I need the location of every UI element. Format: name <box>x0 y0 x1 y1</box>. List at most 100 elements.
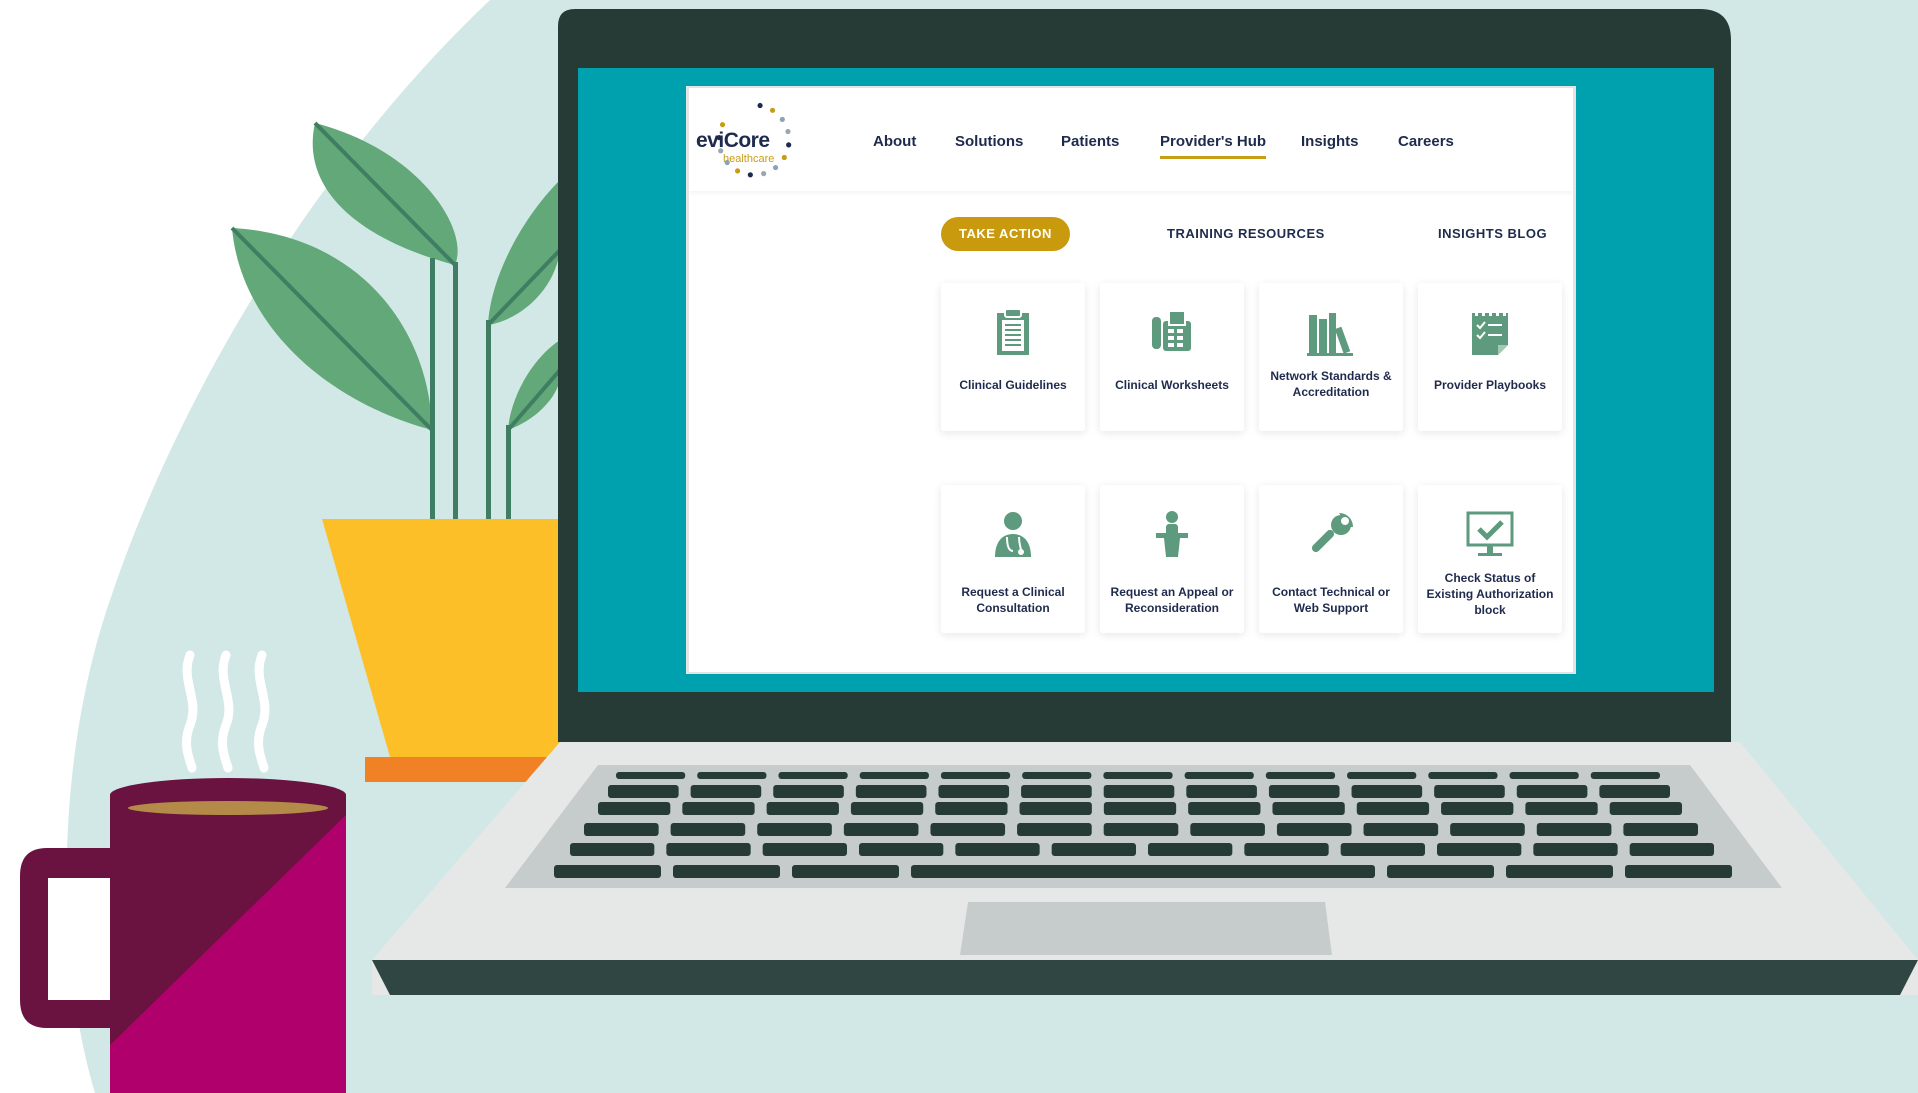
logo-dot <box>734 168 741 174</box>
keyboard-key <box>855 785 927 798</box>
keyboard-key <box>911 865 1375 878</box>
keyboard-key <box>570 843 655 856</box>
logo-dot <box>719 122 726 128</box>
keyboard-key <box>1272 802 1345 815</box>
insights-blog-tab[interactable]: INSIGHTS BLOG <box>1438 217 1547 251</box>
keyboard-key <box>859 843 944 856</box>
keyboard-key <box>935 802 1008 815</box>
card-clinical-guidelines[interactable]: Clinical Guidelines <box>941 283 1085 431</box>
keyboard-key <box>757 823 832 836</box>
keyboard-key <box>1244 843 1329 856</box>
keyboard-key <box>792 865 899 878</box>
keyboard-key <box>1437 843 1522 856</box>
keyboard-key <box>1019 802 1092 815</box>
keyboard-key <box>1265 772 1336 779</box>
card-request-clinical-consultation[interactable]: Request a Clinical Consultation <box>941 485 1085 633</box>
keyboard-key <box>1356 802 1430 815</box>
keyboard-key <box>1148 843 1233 856</box>
trackpad <box>960 902 1332 955</box>
keyboard-key <box>666 843 751 856</box>
card-label: Clinical Guidelines <box>959 378 1067 392</box>
keyboard-key <box>1609 802 1682 815</box>
keyboard-key <box>1509 772 1579 779</box>
card-label: Provider Playbooks <box>1433 378 1547 392</box>
card-label: Clinical Worksheets <box>1115 378 1229 392</box>
keyboard-key <box>850 802 924 815</box>
nav-providers-hub[interactable]: Provider's Hub <box>1160 133 1267 159</box>
keyboard-key <box>1022 772 1092 779</box>
keyboard-key <box>682 802 755 815</box>
keyboard-key <box>670 823 746 836</box>
keyboard-key <box>843 823 919 836</box>
keyboard-key <box>1351 785 1423 798</box>
keyboard-key <box>1450 823 1525 836</box>
logo-dot <box>779 116 785 123</box>
card-provider-playbooks[interactable]: Provider Playbooks <box>1418 283 1562 431</box>
keyboard-key <box>930 823 1006 836</box>
keyboard-key <box>1051 843 1136 856</box>
keyboard-key <box>1103 823 1179 836</box>
logo-dot <box>769 107 776 113</box>
card-request-appeal[interactable]: Request an Appeal or Reconsideration <box>1100 485 1244 633</box>
doctor-icon <box>995 512 1031 557</box>
card-network-standards[interactable]: Network Standards & Accreditation <box>1259 283 1403 431</box>
fax-machine-icon <box>1152 310 1191 351</box>
card-label: Check Status of Existing Authorization b… <box>1426 571 1554 617</box>
logo-dot <box>757 102 763 109</box>
training-resources-tab[interactable]: TRAINING RESOURCES <box>1167 217 1325 251</box>
logo-dot <box>785 128 791 135</box>
nav-insights[interactable]: Insights <box>1301 133 1359 150</box>
logo-wordmark: eviCore <box>696 129 770 152</box>
logo-dot <box>761 171 767 177</box>
keyboard-key <box>1625 865 1732 878</box>
nav-solutions[interactable]: Solutions <box>955 133 1023 150</box>
keyboard-key <box>1268 785 1340 798</box>
card-label: Contact Technical or Web Support <box>1272 585 1390 615</box>
keyboard-key <box>1506 865 1613 878</box>
keyboard-key <box>1387 865 1494 878</box>
books-icon <box>1307 313 1353 356</box>
keyboard-key <box>773 785 844 798</box>
speaker-podium-icon <box>1156 511 1188 557</box>
keyboard-key <box>859 772 929 779</box>
nav-patients[interactable]: Patients <box>1061 133 1119 150</box>
keyboard-key <box>1629 843 1714 856</box>
keyboard-key <box>697 772 767 779</box>
keyboard-key <box>1525 802 1598 815</box>
card-contact-technical-support[interactable]: Contact Technical or Web Support <box>1259 485 1403 633</box>
card-check-authorization-status[interactable]: Check Status of Existing Authorization b… <box>1418 485 1562 633</box>
logo-dot <box>781 154 787 161</box>
keyboard-key <box>1590 772 1660 779</box>
site-header: eviCore healthcare About Solutions Patie… <box>689 88 1573 191</box>
nav-about[interactable]: About <box>873 133 916 150</box>
keyboard-key <box>584 823 659 836</box>
card-label: Request a Clinical Consultation <box>961 585 1065 615</box>
keyboard-key <box>955 843 1040 856</box>
keyboard-key <box>1340 843 1425 856</box>
keyboard-key <box>1347 772 1417 779</box>
monitor-check-icon <box>1466 511 1514 556</box>
keyboard-key <box>1103 785 1175 798</box>
card-label: Network Standards & Accreditation <box>1270 369 1392 399</box>
keyboard-key <box>1363 823 1439 836</box>
keyboard-key <box>1186 785 1257 798</box>
keyboard-key <box>762 843 847 856</box>
evicore-logo[interactable]: eviCore healthcare <box>696 98 796 183</box>
keyboard-key <box>1623 823 1698 836</box>
keyboard-key <box>608 785 679 798</box>
nav-careers[interactable]: Careers <box>1398 133 1454 150</box>
keyboard-key <box>616 772 686 779</box>
keyboard-key <box>673 865 780 878</box>
take-action-button[interactable]: TAKE ACTION <box>941 217 1070 251</box>
keyboard-key <box>1021 785 1092 798</box>
clipboard-icon <box>997 308 1029 355</box>
checklist-notepad-icon <box>1472 309 1508 355</box>
keyboard-key <box>1434 785 1505 798</box>
logo-dot <box>772 164 779 171</box>
keyboard-key <box>554 865 661 878</box>
card-clinical-worksheets[interactable]: Clinical Worksheets <box>1100 283 1244 431</box>
wrench-icon <box>1311 513 1353 553</box>
keyboard-key <box>1190 823 1265 836</box>
keyboard-key <box>690 785 762 798</box>
keyboard-key <box>1103 772 1173 779</box>
